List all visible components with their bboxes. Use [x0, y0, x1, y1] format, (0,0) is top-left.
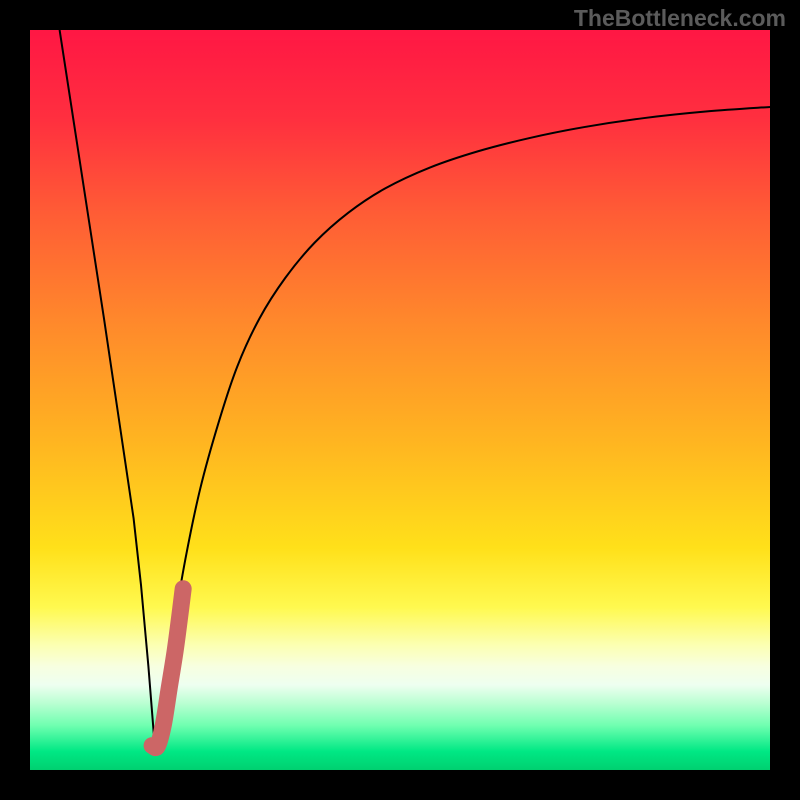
chart-frame: TheBottleneck.com [0, 0, 800, 800]
plot-area [30, 30, 770, 770]
gradient-background [30, 30, 770, 770]
chart-canvas [30, 30, 770, 770]
watermark-text: TheBottleneck.com [574, 5, 786, 32]
